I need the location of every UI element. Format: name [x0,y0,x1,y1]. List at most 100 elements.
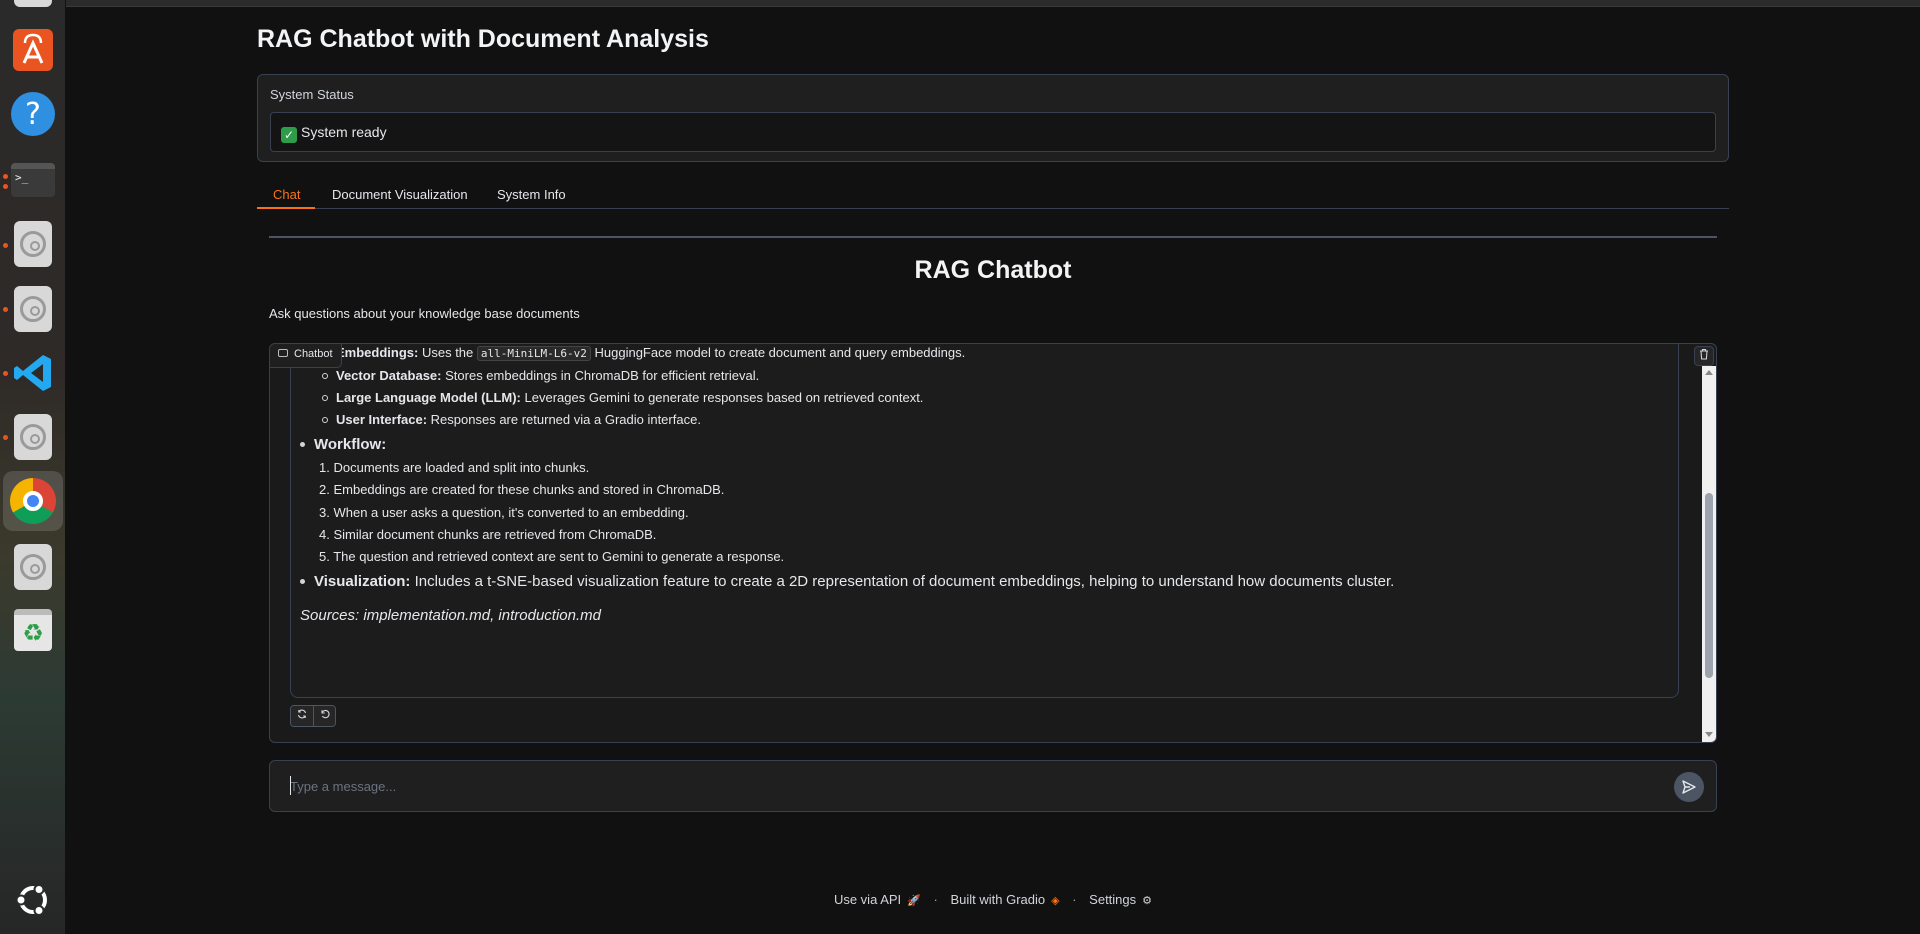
tab-bar: Chat Document Visualization System Info [257,179,1729,209]
visualization-line: Visualization: Includes a t-SNE-based vi… [314,573,1394,590]
bullet [322,417,328,423]
dock-item-top-partial[interactable] [9,0,57,8]
send-button[interactable] [1674,772,1704,802]
running-indicator [3,435,8,440]
retry-icon [297,709,307,719]
component-label: User Interface: [336,412,428,427]
bullet [300,579,305,584]
active-tab-indicator [257,207,315,209]
component-item: Vector Database: Stores embeddings in Ch… [336,368,759,383]
divider [269,236,1717,238]
dock-item-disk-1[interactable] [9,220,57,268]
message-actions [290,705,336,727]
use-via-api-link[interactable]: Use via API 🚀 [834,892,921,907]
chat-heading: RAG Chatbot [914,256,1072,284]
undo-icon [320,709,330,719]
rocket-icon: 🚀 [907,895,921,907]
chatbot: Chatbot Embeddings: Uses the all-MiniLM-… [269,343,1717,743]
chatbot-label: Chatbot [270,344,342,368]
workflow-step: 5. The question and retrieved context ar… [319,549,785,564]
trash-icon [1700,348,1708,360]
workflow-heading: Workflow: [314,436,387,453]
dock-item-vscode[interactable] [9,349,57,397]
scrollbar-thumb[interactable] [1705,493,1713,678]
dock-item-help[interactable]: ? [9,90,57,138]
scroll-up-arrow[interactable] [1705,370,1713,375]
bot-message: Embeddings: Uses the all-MiniLM-L6-v2 Hu… [290,344,1679,698]
workflow-step-text: Documents are loaded and split into chun… [333,460,590,475]
embeddings-line: Embeddings: Uses the all-MiniLM-L6-v2 Hu… [336,345,965,361]
component-label: Large Language Model (LLM): [336,390,521,405]
trash-icon: ♻ [14,609,52,651]
component-label: Vector Database: [336,368,442,383]
component-text: Leverages Gemini to generate responses b… [524,390,924,405]
workflow-step-text: The question and retrieved context are s… [333,549,785,564]
dock-item-terminal[interactable]: >_ [9,156,57,204]
sources-line: Sources: implementation.md, introduction… [300,607,601,624]
use-via-api-text: Use via API [833,892,902,907]
chat-scrollbar[interactable] [1702,366,1716,742]
system-status-value: System ready [301,124,387,140]
running-indicator [3,243,8,248]
vscode-icon [11,351,55,395]
running-indicator [3,184,8,189]
page-title: RAG Chatbot with Document Analysis [257,25,709,53]
bullet [322,373,328,379]
footer-separator: · [1072,892,1077,907]
disk-icon [14,286,52,332]
gradio-logo-icon: ◈ [1051,895,1060,907]
workflow-step-text: When a user asks a question, it's conver… [333,505,689,520]
chat-bubble-icon [278,349,288,357]
embeddings-label: Embeddings: [336,345,419,360]
system-status-label: System Status [270,87,354,102]
running-indicator [3,307,8,312]
disk-icon [14,544,52,590]
dock-item-disk-3[interactable] [9,413,57,461]
visualization-label: Visualization: [314,573,411,590]
built-with-gradio-link[interactable]: Built with Gradio ◈ [950,892,1059,907]
tab-document-visualization[interactable]: Document Visualization [332,187,468,202]
footer: Use via API 🚀 · Built with Gradio ◈ · Sett… [0,892,1920,907]
system-status-box: System Status ✓ System ready [257,74,1729,162]
settings-text: Settings [1089,892,1137,907]
running-indicator [3,371,8,376]
workflow-step-text: Embeddings are created for these chunks … [333,482,725,497]
tab-chat[interactable]: Chat [273,187,300,202]
visualization-text: Includes a t-SNE-based visualization fea… [414,573,1395,590]
dock-item-trash[interactable]: ♻ [9,606,57,654]
dock-item-chrome[interactable] [3,471,63,531]
disk-icon [14,221,52,267]
retry-button[interactable] [291,706,313,726]
workflow-step: 3. When a user asks a question, it's con… [319,505,689,520]
footer-separator: · [933,892,938,907]
component-text: Responses are returned via a Gradio inte… [430,412,701,427]
disk-icon [14,0,52,7]
bullet [322,395,328,401]
component-item: User Interface: Responses are returned v… [336,412,701,427]
app-center-icon [13,29,53,71]
dock-item-disk-2[interactable] [9,285,57,333]
chat-subtitle: Ask questions about your knowledge base … [269,306,580,321]
text-caret [290,776,291,795]
tab-system-info[interactable]: System Info [497,187,566,202]
chrome-icon [10,478,56,524]
ubuntu-dock: ? >_ ♻ [0,0,66,934]
gear-icon: ⚙ [1142,895,1153,907]
help-icon: ? [11,92,55,136]
disk-icon [14,414,52,460]
workflow-step: 2. Embeddings are created for these chun… [319,482,725,497]
workflow-step-text: Similar document chunks are retrieved fr… [333,527,657,542]
settings-link[interactable]: Settings ⚙ [1089,892,1152,907]
model-name-code: all-MiniLM-L6-v2 [476,346,591,361]
scroll-down-arrow[interactable] [1705,732,1713,737]
dock-item-disk-4[interactable] [9,543,57,591]
dock-item-app-center[interactable] [9,26,57,74]
check-mark-icon: ✓ [281,127,297,143]
component-text: Stores embeddings in ChromaDB for effici… [445,368,760,383]
gradio-app: RAG Chatbot with Document Analysis Syste… [66,7,1920,934]
system-status-field[interactable]: ✓ System ready [270,112,1716,152]
clear-chat-button[interactable] [1694,346,1714,366]
undo-button[interactable] [313,706,335,726]
message-input[interactable] [290,774,1650,798]
embeddings-pre: Uses the [421,345,474,360]
